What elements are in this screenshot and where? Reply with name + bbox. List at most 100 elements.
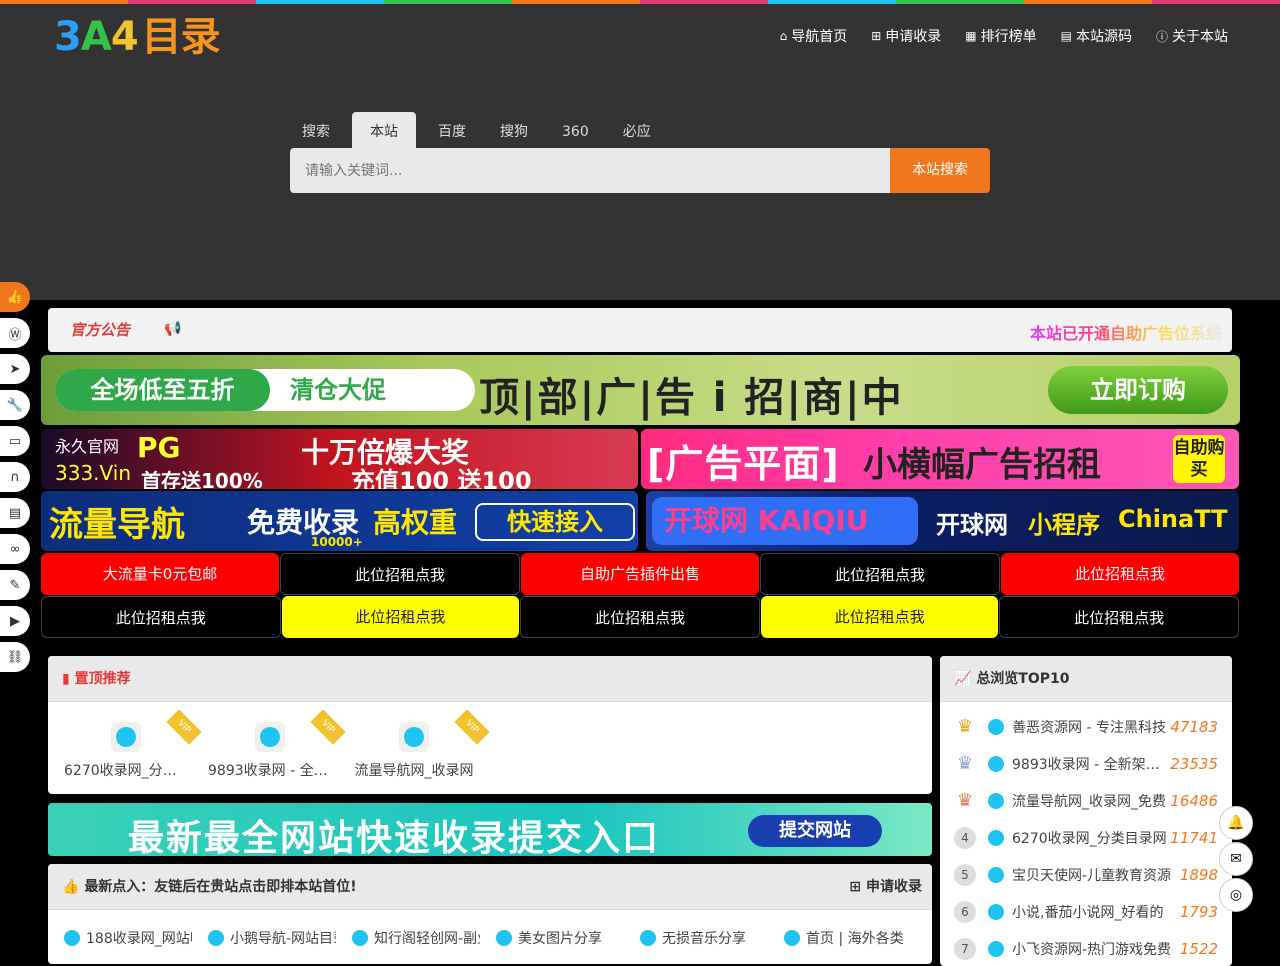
thumbs-up-icon[interactable]: 👍: [0, 282, 30, 312]
search-tabs: 搜索 本站 百度 搜狗 360 必应: [290, 112, 673, 148]
search-button[interactable]: 本站搜索: [890, 148, 990, 193]
ad-slot[interactable]: 大流量卡0元包邮: [41, 553, 279, 595]
book-icon[interactable]: ▤: [0, 498, 30, 528]
site-icon: [988, 718, 1004, 735]
site-icon: [988, 755, 1004, 772]
rank-row[interactable]: ♛ 流量导航网_收录网_免费 16486: [954, 782, 1218, 819]
search-input[interactable]: [290, 148, 890, 193]
bookmark-icon: ▮: [62, 671, 75, 687]
pg-ad-banner[interactable]: 永久官网 333.Vin PG 十万倍爆大奖 首存送100% 充值100 送10…: [41, 429, 638, 489]
nav-source[interactable]: ▤ 本站源码: [1061, 26, 1132, 46]
rank-row[interactable]: 5 宝贝天使网-儿童教育资源 1898: [954, 856, 1218, 893]
pinned-card[interactable]: VIP 流量导航网_收录网: [352, 709, 490, 780]
announcement-bar: 官方公告 📢 本站已开通自助广告位系统: [48, 308, 1232, 352]
plus-square-icon: ⊞: [871, 29, 882, 43]
info-icon: ⓘ: [1155, 29, 1168, 44]
site-icon: [988, 903, 1004, 920]
headphones-icon[interactable]: ∩: [0, 462, 30, 492]
pinned-card[interactable]: VIP9893收录网 - 全新架构: [208, 709, 346, 780]
panel-title: 最新点入：友链后在贵站点击即排本站首位!: [84, 879, 357, 895]
apply-link[interactable]: ⊞ 申请收录: [849, 864, 922, 910]
site-logo[interactable]: 3A4 目录: [54, 14, 221, 60]
order-button[interactable]: 立即订购: [1048, 366, 1228, 414]
link-icon[interactable]: ∞: [0, 534, 30, 564]
line-chart-icon: 📈: [954, 671, 977, 687]
notice-text[interactable]: 本站已开通自助广告位系统: [1030, 320, 1222, 344]
list-item[interactable]: 知行阁轻创网-副业: [352, 928, 480, 948]
latest-panel: 👍 最新点入：友链后在贵站点击即排本站首位! ⊞ 申请收录 188收录网_网站收…: [48, 864, 932, 964]
ad-slot[interactable]: 自助广告插件出售: [521, 553, 759, 595]
tab-sogou[interactable]: 搜狗: [488, 112, 540, 148]
site-icon: [399, 722, 429, 752]
nav-apply[interactable]: ⊞ 申请收录: [871, 26, 941, 46]
flow-nav-banner[interactable]: 流量导航 免费收录 高权重 快速接入 10000+: [41, 491, 638, 551]
flat-ad-banner[interactable]: [广告平面] 小横幅广告招租 自助购买: [641, 429, 1239, 489]
bell-icon[interactable]: 🔔: [1219, 806, 1253, 840]
rank-row[interactable]: 7 小飞资源网-热门游戏免费 1522: [954, 930, 1218, 966]
nav-home[interactable]: ⌂ 导航首页: [780, 26, 848, 46]
drive-icon[interactable]: ▭: [0, 426, 30, 456]
wordpress-icon[interactable]: Ⓦ: [0, 318, 30, 348]
site-icon: [988, 829, 1004, 846]
rank-row[interactable]: 6 小说,番茄小说网_好看的 1793: [954, 893, 1218, 930]
banner-headline: 顶|部|广|告 i 招|商|中: [479, 375, 904, 421]
header: 3A4 目录 ⌂ 导航首页 ⊞ 申请收录 ▦ 排行榜单 ▤ 本站源码 ⓘ 关于本站 搜索 本…: [0, 4, 1280, 300]
mail-icon[interactable]: ✉: [1219, 842, 1253, 876]
nav-ranking[interactable]: ▦ 排行榜单: [965, 26, 1036, 46]
nav-about[interactable]: ⓘ 关于本站: [1156, 26, 1228, 46]
ad-slot[interactable]: 此位招租点我: [520, 596, 760, 638]
ad-slot[interactable]: 此位招租点我: [760, 596, 999, 638]
ad-slot[interactable]: 此位招租点我: [280, 553, 520, 595]
pinned-panel: ▮ 置顶推荐 VIP6270收录网_分类目录 VIP9893收录网 - 全新架构…: [48, 656, 932, 794]
list-item[interactable]: 小鹅导航-网站目录: [208, 928, 336, 948]
crown-icon: ♛: [956, 716, 974, 737]
video-icon[interactable]: ▶: [0, 606, 30, 636]
site-icon: [111, 722, 141, 752]
ad-slot[interactable]: 此位招租点我: [1001, 553, 1239, 595]
tab-search[interactable]: 搜索: [290, 112, 342, 148]
ad-slot[interactable]: 此位招租点我: [281, 596, 520, 638]
submit-site-button[interactable]: 提交网站: [748, 815, 882, 847]
pinned-card[interactable]: VIP6270收录网_分类目录: [64, 709, 202, 780]
vip-badge: VIP: [310, 709, 346, 745]
right-float-bar: 🔔 ✉ ◎: [1219, 806, 1253, 914]
site-icon: [988, 866, 1004, 883]
crown-icon: ♛: [956, 790, 974, 811]
paper-plane-icon[interactable]: ➤: [0, 354, 30, 384]
top-ad-banner[interactable]: 全场低至五折 清仓大促 顶|部|广|告 i 招|商|中 立即订购: [41, 355, 1240, 425]
top10-panel: 📈 总浏览TOP10 ♛ 善恶资源网 - 专注黑科技 47183 ♛ 9893收录网 …: [940, 656, 1232, 966]
kaiqiu-banner[interactable]: 开球网 KAIQIU 开球网 小程序 ChinaTT: [646, 491, 1239, 551]
chain-icon[interactable]: ⛓: [0, 642, 30, 672]
ad-slot[interactable]: 此位招租点我: [760, 553, 1000, 595]
brush-icon[interactable]: ✎: [0, 570, 30, 600]
ad-slot[interactable]: 此位招租点我: [41, 596, 281, 638]
tab-360[interactable]: 360: [550, 112, 601, 148]
plus-square-icon: ⊞: [849, 879, 866, 895]
site-icon: [784, 930, 800, 946]
list-item[interactable]: 188收录网_网站收录: [64, 928, 192, 948]
main-nav: ⌂ 导航首页 ⊞ 申请收录 ▦ 排行榜单 ▤ 本站源码 ⓘ 关于本站: [780, 26, 1228, 46]
tab-baidu[interactable]: 百度: [426, 112, 478, 148]
vip-badge: VIP: [454, 709, 490, 745]
site-icon: [988, 792, 1004, 809]
rank-row[interactable]: ♛ 9893收录网 - 全新架构的 23535: [954, 745, 1218, 782]
tab-site[interactable]: 本站: [352, 112, 416, 148]
home-icon: ⌂: [779, 29, 788, 43]
rank-row[interactable]: ♛ 善恶资源网 - 专注黑科技 47183: [954, 708, 1218, 745]
text-ad-grid: 大流量卡0元包邮 此位招租点我 自助广告插件出售 此位招租点我 此位招租点我 此…: [41, 553, 1240, 639]
left-float-bar: 👍 Ⓦ ➤ 🔧 ▭ ∩ ▤ ∞ ✎ ▶ ⛓: [0, 282, 30, 678]
tab-bing[interactable]: 必应: [611, 112, 663, 148]
wrench-icon[interactable]: 🔧: [0, 390, 30, 420]
list-item[interactable]: 无损音乐分享: [640, 928, 768, 948]
site-icon: [64, 930, 80, 946]
list-item[interactable]: 美女图片分享: [496, 928, 624, 948]
ad-slot[interactable]: 此位招租点我: [999, 596, 1239, 638]
wechat-icon[interactable]: ◎: [1219, 878, 1253, 912]
site-icon: [640, 930, 656, 946]
megaphone-icon: 📢: [164, 321, 182, 337]
notice-tag: 官方公告: [70, 321, 131, 339]
list-item[interactable]: 首页 | 海外各类: [784, 928, 912, 948]
rank-row[interactable]: 4 6270收录网_分类目录网 11741: [954, 819, 1218, 856]
submit-banner[interactable]: 最新最全网站快速收录提交入口 提交网站: [48, 803, 932, 856]
book-icon: ▤: [1060, 29, 1072, 43]
